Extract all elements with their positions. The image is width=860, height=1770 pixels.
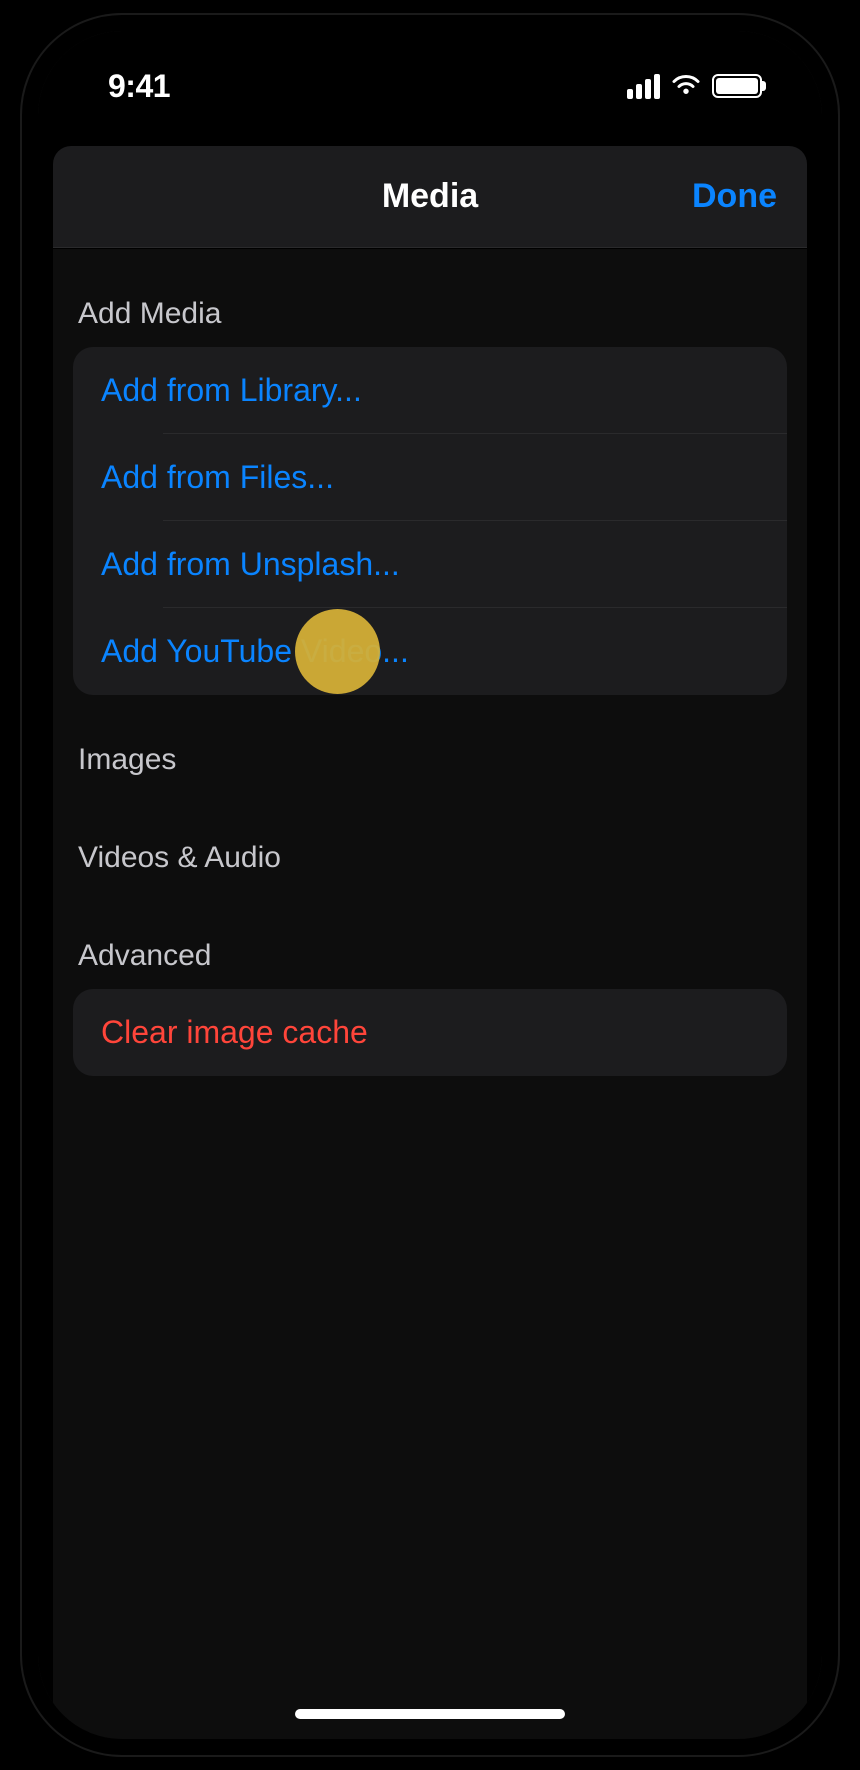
status-bar: 9:41 [38, 31, 822, 141]
add-from-library-button[interactable]: Add from Library... [73, 347, 787, 434]
wifi-icon [670, 74, 702, 98]
status-time: 9:41 [108, 68, 170, 105]
clear-image-cache-button[interactable]: Clear image cache [73, 989, 787, 1076]
add-youtube-video-button[interactable]: Add YouTube Video... [73, 608, 787, 695]
page-title: Media [382, 177, 478, 216]
section-header-advanced: Advanced [53, 891, 807, 989]
add-from-unsplash-button[interactable]: Add from Unsplash... [73, 521, 787, 608]
content-area: Add Media Add from Library... Add from F… [53, 249, 807, 1739]
add-media-group: Add from Library... Add from Files... Ad… [73, 347, 787, 695]
add-from-files-button[interactable]: Add from Files... [73, 434, 787, 521]
device-frame: 9:41 Media Done [22, 15, 838, 1755]
home-indicator[interactable] [295, 1709, 565, 1719]
cellular-signal-icon [627, 74, 660, 99]
section-header-videos-audio: Videos & Audio [53, 793, 807, 891]
section-header-add-media: Add Media [53, 249, 807, 347]
navigation-bar: Media Done [53, 146, 807, 248]
section-header-images: Images [53, 695, 807, 793]
advanced-group: Clear image cache [73, 989, 787, 1076]
screen: 9:41 Media Done [38, 31, 822, 1739]
done-button[interactable]: Done [692, 177, 777, 216]
status-icons [627, 74, 762, 99]
battery-icon [712, 74, 762, 98]
